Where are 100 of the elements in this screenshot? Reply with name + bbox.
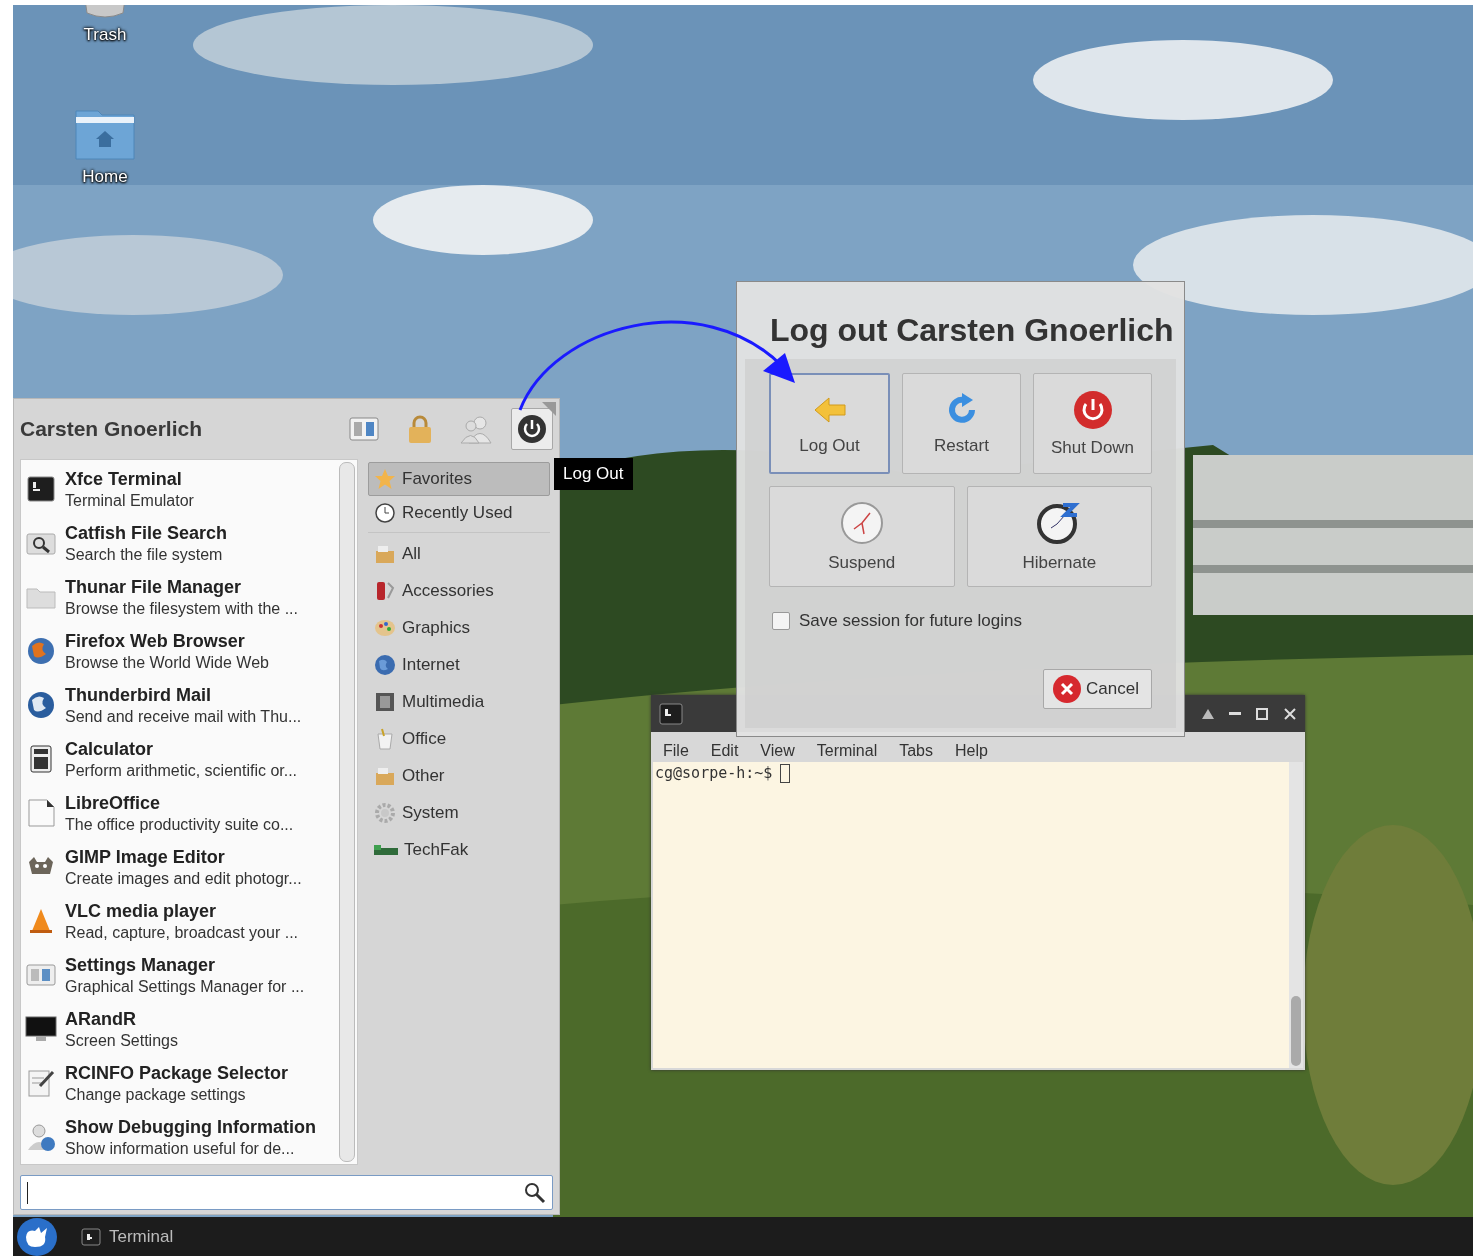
taskbar-item[interactable]: Terminal: [75, 1222, 180, 1251]
document-pencil-icon: [26, 1068, 56, 1098]
user-name: Carsten Gnoerlich: [20, 417, 204, 441]
search-icon: [524, 1181, 546, 1204]
suspend-button[interactable]: Suspend: [769, 486, 955, 587]
app-name: VLC media player: [65, 900, 218, 922]
app-name: Thunderbird Mail: [65, 684, 212, 706]
app-description: Change package settings: [65, 1085, 247, 1104]
logout-button[interactable]: Log Out: [769, 373, 890, 474]
app-item[interactable]: Show Debugging Information Show information useful for de...: [21, 1110, 339, 1164]
category-item[interactable]: Multimedia: [368, 685, 550, 719]
power-icon: [1072, 389, 1113, 430]
category-item[interactable]: Graphics: [368, 611, 550, 645]
app-name: GIMP Image Editor: [65, 846, 226, 868]
app-description: Graphical Settings Manager for ...: [65, 977, 305, 996]
terminal-icon: [659, 701, 683, 726]
menu-item[interactable]: View: [760, 742, 795, 760]
category-item[interactable]: Other: [368, 759, 550, 793]
app-item[interactable]: Thunderbird Mail Send and receive mail with Thu...: [21, 678, 339, 732]
app-item[interactable]: Firefox Web Browser Browse the World Wide Web: [21, 624, 339, 678]
lock-icon: [406, 414, 434, 444]
search-field[interactable]: [20, 1175, 553, 1210]
app-description: Show information useful for de...: [65, 1139, 296, 1158]
scrollbar-thumb[interactable]: [1291, 996, 1301, 1066]
monitor-icon: [25, 1014, 57, 1044]
app-name: Settings Manager: [65, 954, 217, 976]
icon-label: Home: [82, 167, 128, 187]
app-item[interactable]: Catfish File Search Search the file system: [21, 516, 339, 570]
app-item[interactable]: GIMP Image Editor Create images and edit photogr...: [21, 840, 339, 894]
category-item[interactable]: TechFak: [368, 833, 550, 867]
star-icon: [374, 468, 396, 490]
app-description: Browse the filesystem with the ...: [65, 599, 298, 618]
icon-label: Trash: [83, 25, 127, 45]
settings-icon: [349, 417, 379, 441]
shutdown-button[interactable]: Shut Down: [1033, 373, 1152, 474]
cup-icon: [374, 728, 396, 750]
scrollbar[interactable]: [339, 462, 355, 1162]
checkbox[interactable]: [772, 612, 790, 630]
app-description: Search the file system: [65, 545, 224, 564]
terminal-icon: [81, 1226, 101, 1247]
clock-sleep-icon: [1037, 500, 1082, 545]
checkbox-label: Save session for future logins: [799, 611, 1022, 631]
app-item[interactable]: LibreOffice The office productivity suite co...: [21, 786, 339, 840]
app-description: Send and receive mail with Thu...: [65, 707, 302, 726]
app-name: Thunar File Manager: [65, 576, 243, 598]
app-name: ARandR: [65, 1008, 137, 1030]
category-item[interactable]: Internet: [368, 648, 550, 682]
app-name: Show Debugging Information: [65, 1116, 316, 1138]
clock-icon: [374, 502, 396, 524]
power-button[interactable]: [511, 408, 553, 450]
tools-icon: [374, 580, 396, 602]
menu-item[interactable]: Tabs: [899, 742, 933, 760]
bar-icon: [374, 845, 398, 855]
globe-icon: [374, 654, 396, 676]
resize-grip-icon: [542, 402, 556, 416]
app-item[interactable]: ARandR Screen Settings: [21, 1002, 339, 1056]
app-name: Calculator: [65, 738, 155, 760]
category-item[interactable]: Recently Used: [368, 496, 550, 530]
cancel-button[interactable]: Cancel: [1043, 669, 1152, 709]
app-name: LibreOffice: [65, 792, 162, 814]
hibernate-button[interactable]: Hibernate: [966, 486, 1152, 587]
app-item[interactable]: VLC media player Read, capture, broadcast your ...: [21, 894, 339, 948]
close-icon: [1283, 706, 1297, 721]
text-cursor: [780, 764, 791, 783]
category-item[interactable]: Favorites: [368, 462, 550, 496]
restart-button[interactable]: Restart: [902, 373, 1021, 474]
globe-icon: [26, 690, 56, 720]
app-name: Catfish File Search: [65, 522, 228, 544]
menu-item[interactable]: Terminal: [816, 742, 878, 760]
document-icon: [26, 798, 56, 828]
cancel-icon: [1052, 674, 1083, 704]
app-name: Xfce Terminal: [65, 468, 183, 490]
maximize-icon: [1255, 706, 1269, 721]
app-name: Firefox Web Browser: [65, 630, 246, 652]
app-item[interactable]: RCINFO Package Selector Change package settings: [21, 1056, 339, 1110]
app-description: Perform arithmetic, scientific or...: [65, 761, 298, 780]
app-description: Terminal Emulator: [65, 491, 194, 510]
app-item[interactable]: Thunar File Manager Browse the filesystem with the ...: [21, 570, 339, 624]
clock-icon: [839, 500, 884, 545]
start-button[interactable]: [17, 1217, 57, 1256]
box-icon: [374, 543, 396, 565]
app-item[interactable]: Settings Manager Graphical Settings Manager for ...: [21, 948, 339, 1002]
globe-icon: [26, 636, 56, 666]
box-icon: [374, 765, 396, 787]
menu-item[interactable]: Help: [955, 742, 988, 760]
category-item[interactable]: System: [368, 796, 550, 830]
menu-item[interactable]: Edit: [710, 742, 739, 760]
tooltip: Log Out: [554, 458, 633, 490]
app-description: The office productivity suite co...: [65, 815, 294, 834]
menu-item[interactable]: File: [663, 742, 689, 760]
app-item[interactable]: Xfce Terminal Terminal Emulator: [21, 462, 339, 516]
minimize-icon: [1229, 712, 1241, 715]
user-info-icon: [26, 1122, 56, 1152]
category-item[interactable]: All: [368, 537, 550, 571]
shell-prompt: cg@sorpe-h:~$: [655, 764, 773, 782]
category-item[interactable]: Accessories: [368, 574, 550, 608]
app-item[interactable]: Calculator Perform arithmetic, scientific or...: [21, 732, 339, 786]
app-description: Screen Settings: [65, 1031, 178, 1050]
power-icon: [517, 414, 547, 444]
category-item[interactable]: Office: [368, 722, 550, 756]
